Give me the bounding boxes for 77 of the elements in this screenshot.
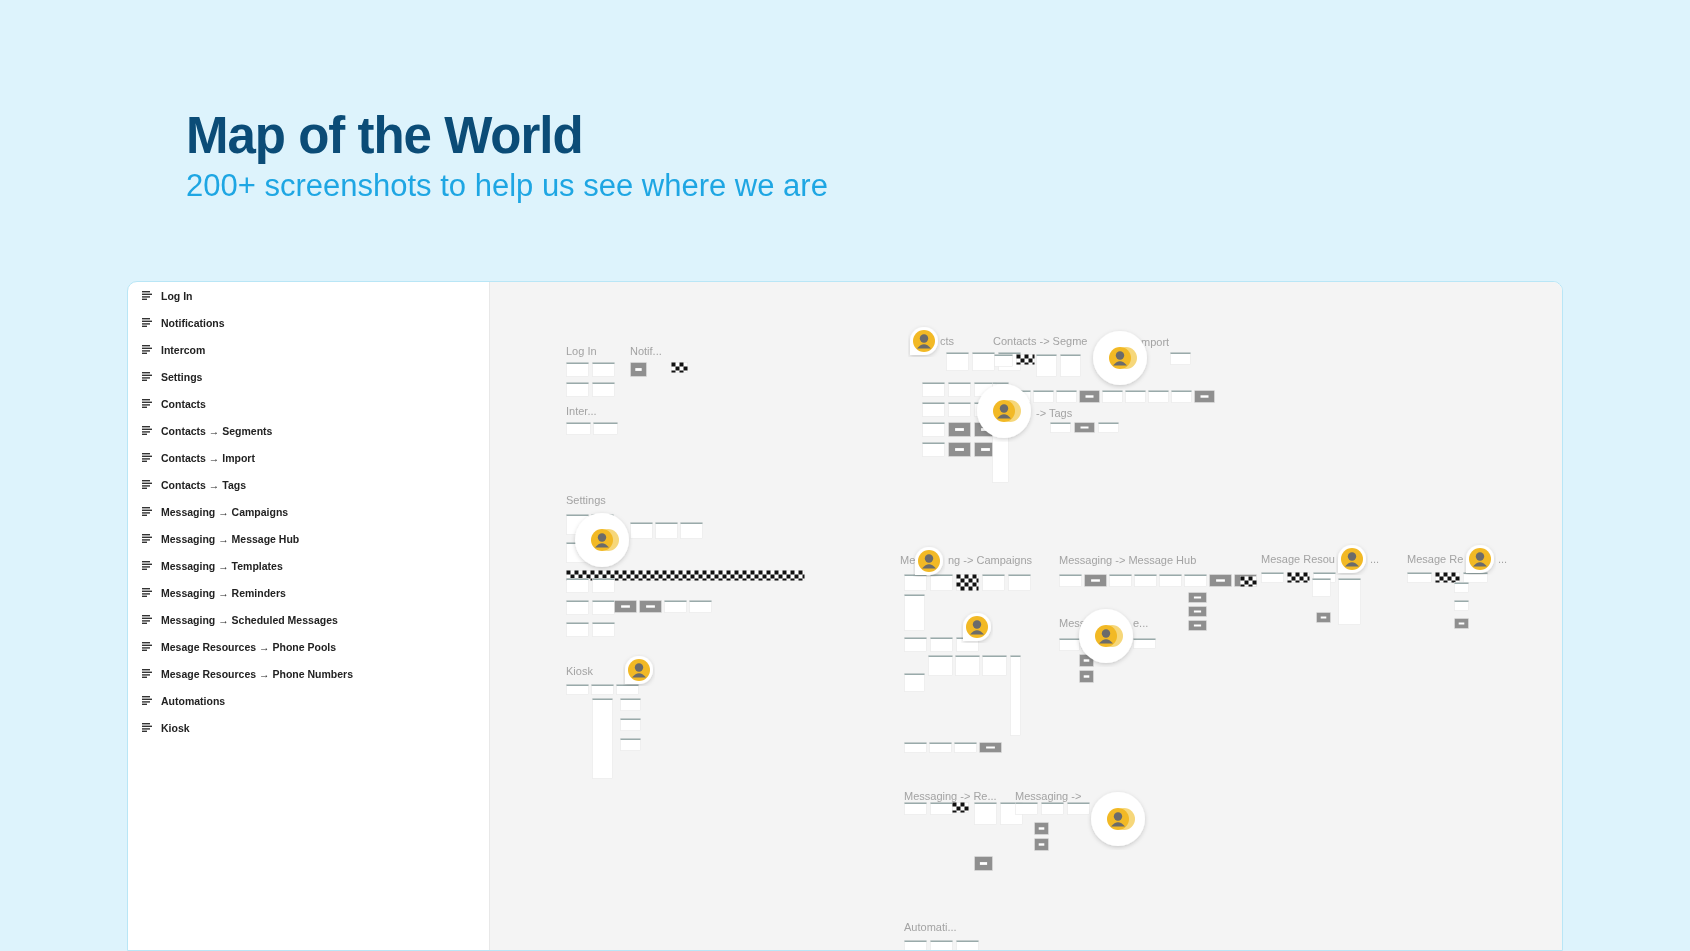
page-link[interactable]: Messaging → Message Hub — [161, 532, 300, 545]
screenshot-thumbnails-drawing — [1316, 612, 1331, 623]
text-align-icon — [142, 561, 152, 570]
page-link[interactable]: Log In — [161, 289, 193, 302]
page-link[interactable]: Automations — [161, 694, 226, 707]
screenshot-thumbnails-drawing — [1338, 578, 1361, 625]
screenshot-thumbnails-drawing — [904, 673, 925, 692]
page-link[interactable]: Mesage Resources → Phone Numbers — [161, 667, 353, 680]
text-align-icon — [142, 615, 152, 624]
text-align-icon — [142, 480, 152, 489]
avatar-icon[interactable] — [913, 545, 945, 577]
screenshot-thumbnails-drawing — [1079, 654, 1094, 683]
text-align-icon — [142, 426, 152, 435]
frame-label: -> Tags — [1036, 406, 1073, 420]
text-align-icon — [142, 291, 152, 300]
frame-label: Me — [900, 553, 916, 567]
avatar-icon[interactable] — [961, 611, 993, 643]
page-link[interactable]: Mesage Resources → Phone Pools — [161, 640, 337, 653]
screenshot-thumbnails-drawing — [630, 362, 647, 377]
screenshot-thumbnails-drawing — [620, 698, 641, 751]
page-link[interactable]: Kiosk — [161, 721, 190, 734]
text-align-icon — [142, 345, 152, 354]
page-link[interactable]: Messaging → Campaigns — [161, 505, 289, 518]
frame-label: ... — [1498, 552, 1508, 566]
avatar-icon[interactable] — [1336, 543, 1368, 575]
frame-label: Notif... — [630, 344, 662, 358]
page-link[interactable]: Settings — [161, 370, 203, 383]
text-align-icon — [142, 669, 152, 678]
frame-label: cts — [940, 334, 955, 348]
text-align-icon — [142, 507, 152, 516]
screenshot-thumbnails-drawing — [1034, 822, 1049, 851]
page-link[interactable]: Contacts → Segments — [161, 424, 273, 437]
page-title: Map of the World — [186, 106, 583, 166]
text-align-icon — [142, 372, 152, 381]
frame-label: Log In — [566, 344, 597, 358]
avatar-icon[interactable] — [908, 325, 940, 357]
page-link[interactable]: Notifications — [161, 316, 225, 329]
avatar-icon[interactable] — [1464, 543, 1496, 575]
frame-label: Settings — [566, 493, 606, 507]
screenshot-thumbnails-drawing — [1050, 422, 1119, 433]
text-align-icon — [142, 399, 152, 408]
page-link[interactable]: Contacts → Tags — [161, 478, 246, 491]
frame-label: Mesage Resou — [1261, 552, 1335, 566]
frame-label: Contacts -> Segme — [993, 334, 1088, 348]
page-subtitle: 200+ screenshots to help us see where we are — [186, 167, 828, 205]
text-align-icon — [142, 723, 152, 732]
page-link[interactable]: Contacts → Import — [161, 451, 255, 464]
page-link[interactable]: Messaging → Reminders — [161, 586, 286, 599]
text-align-icon — [142, 534, 152, 543]
text-align-icon — [142, 696, 152, 705]
page-link[interactable]: Contacts — [161, 397, 206, 410]
screenshot-thumbnails-drawing — [566, 362, 615, 397]
frame-label: Messaging -> Message Hub — [1059, 553, 1197, 567]
screenshot-thumbnails-drawing — [904, 594, 925, 631]
text-align-icon — [142, 453, 152, 462]
avatar-icon[interactable] — [623, 654, 655, 686]
text-align-icon — [142, 642, 152, 651]
screenshot-thumbnails-drawing — [1188, 592, 1207, 631]
screenshot-thumbnails-drawing — [974, 856, 993, 871]
page-link[interactable]: Intercom — [161, 343, 206, 356]
page-link[interactable]: Messaging → Scheduled Messages — [161, 613, 338, 626]
frame-label: mport — [1141, 335, 1170, 349]
frame-label: Messaging -> Re... — [904, 789, 997, 803]
frame-label: ng -> Campaigns — [948, 553, 1033, 567]
frame-label: Mesage Re — [1407, 552, 1464, 566]
screenshot-thumbnails-drawing — [566, 422, 618, 435]
frame-label: e... — [1133, 616, 1149, 630]
screenshot-thumbnails-drawing — [671, 362, 688, 373]
frame-label: Kiosk — [566, 664, 593, 678]
frame-label: Messaging -> — [1015, 789, 1082, 803]
frame-label: ... — [1370, 552, 1380, 566]
text-align-icon — [142, 318, 152, 327]
screenshot-thumbnails-drawing — [1170, 352, 1191, 365]
page-link[interactable]: Messaging → Templates — [161, 559, 283, 572]
text-align-icon — [142, 588, 152, 597]
frame-label: Automati... — [904, 920, 957, 934]
frame-label: Inter... — [566, 404, 597, 418]
